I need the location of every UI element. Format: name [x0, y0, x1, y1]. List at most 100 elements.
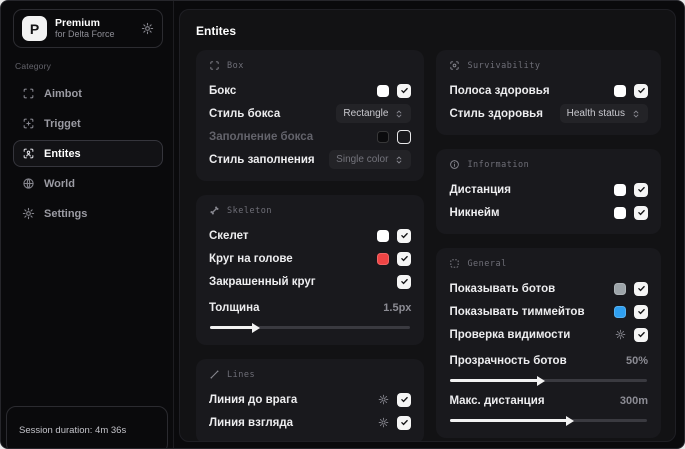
- checkbox-checked[interactable]: [397, 83, 412, 98]
- box-fill-row: Заполнение бокса: [209, 126, 412, 147]
- chevron-updown-icon: [394, 155, 404, 165]
- lines-panel: Lines Линия до врага Линия взгляда: [196, 359, 425, 441]
- survivability-panel: Survivability Полоса здоровья Стиль здор…: [436, 50, 661, 135]
- skeleton-toggle-row: Скелет: [209, 225, 412, 246]
- checkbox-checked[interactable]: [397, 228, 412, 243]
- panel-columns: Box Бокс Стиль бокса Rectangle Заполнени…: [196, 50, 661, 441]
- visibility-settings-gear-icon[interactable]: [615, 329, 626, 340]
- checkbox-checked[interactable]: [397, 415, 412, 430]
- sidebar-item-label: Aimbot: [44, 87, 82, 100]
- row-label: Показывать ботов: [449, 282, 556, 295]
- slider-thumb[interactable]: [252, 322, 261, 333]
- chevron-updown-icon: [631, 109, 641, 119]
- scan-circle-icon: [449, 60, 460, 71]
- color-swatch[interactable]: [614, 305, 626, 318]
- line-settings-gear-icon[interactable]: [378, 417, 389, 428]
- box-style-dropdown[interactable]: Rectangle: [336, 104, 412, 123]
- sidebar-item-trigget[interactable]: Trigget: [13, 110, 163, 137]
- globe-icon: [22, 177, 35, 190]
- aimbot-scan-icon: [22, 87, 35, 100]
- sidebar-item-entites[interactable]: Entites: [13, 140, 163, 167]
- checkbox-checked[interactable]: [397, 392, 412, 407]
- brand-block: Premium for Delta Force: [55, 17, 133, 39]
- box-panel: Box Бокс Стиль бокса Rectangle Заполнени…: [196, 50, 425, 181]
- page-title: Entites: [196, 24, 237, 38]
- sidebar-item-aimbot[interactable]: Aimbot: [13, 80, 163, 107]
- left-column: Box Бокс Стиль бокса Rectangle Заполнени…: [196, 50, 425, 441]
- health-style-dropdown[interactable]: Health status: [559, 104, 648, 123]
- color-swatch[interactable]: [377, 229, 390, 242]
- row-label: Бокс: [209, 84, 237, 97]
- checkbox-checked[interactable]: [634, 304, 648, 319]
- fill-style-dropdown[interactable]: Single color: [329, 150, 412, 169]
- box-scan-icon: [209, 60, 220, 71]
- information-panel-header: Information: [449, 159, 648, 170]
- color-swatch[interactable]: [614, 183, 626, 196]
- row-label: Скелет: [209, 229, 249, 242]
- checkbox-checked[interactable]: [397, 251, 412, 266]
- thickness-row: Толщина 1.5px: [209, 297, 411, 318]
- session-duration-text: Session duration: 4m 36s: [19, 424, 127, 436]
- color-swatch[interactable]: [614, 282, 626, 295]
- sidebar-nav: Aimbot Trigget Entites World Settings: [13, 80, 163, 227]
- show-bots-row: Показывать ботов: [449, 278, 648, 299]
- box-panel-header: Box: [209, 60, 411, 71]
- skeleton-panel: Skeleton Скелет Круг на голове Закрашенн…: [196, 195, 425, 345]
- chevron-updown-icon: [394, 109, 404, 119]
- skeleton-panel-header: Skeleton: [209, 205, 411, 216]
- info-icon: [449, 159, 460, 170]
- color-swatch[interactable]: [614, 84, 626, 97]
- box-panel-title: Box: [227, 60, 244, 71]
- survivability-panel-header: Survivability: [449, 60, 648, 71]
- health-style-row: Стиль здоровья Health status: [449, 103, 648, 124]
- right-column: Survivability Полоса здоровья Стиль здор…: [436, 50, 661, 438]
- max-distance-slider[interactable]: [450, 415, 647, 426]
- thickness-slider[interactable]: [210, 322, 411, 333]
- checkbox-checked[interactable]: [634, 83, 648, 98]
- color-swatch[interactable]: [377, 84, 390, 97]
- line-icon: [209, 369, 220, 380]
- color-swatch[interactable]: [614, 206, 626, 219]
- line-settings-gear-icon[interactable]: [378, 394, 389, 405]
- row-label: Линия взгляда: [209, 416, 294, 429]
- sidebar-item-label: World: [44, 177, 75, 190]
- main-content: Entites Box Бокс Стиль бокса Rectangle З…: [179, 9, 676, 442]
- row-label: Прозрачность ботов: [449, 354, 567, 367]
- checkbox-checked[interactable]: [634, 182, 648, 197]
- row-label: Стиль бокса: [209, 107, 281, 120]
- brand-title: Premium: [55, 17, 100, 30]
- category-label: Category: [15, 61, 52, 71]
- lines-panel-title: Lines: [227, 369, 256, 380]
- row-label: Круг на голове: [209, 252, 293, 265]
- checkbox-checked[interactable]: [634, 327, 648, 342]
- checkbox-unchecked[interactable]: [397, 129, 412, 144]
- row-label: Дистанция: [449, 183, 511, 196]
- box-toggle-row: Бокс: [209, 80, 412, 101]
- checkbox-checked[interactable]: [634, 281, 648, 296]
- lines-panel-header: Lines: [209, 369, 411, 380]
- slider-thumb[interactable]: [566, 415, 575, 426]
- color-swatch[interactable]: [377, 130, 390, 143]
- checkbox-checked[interactable]: [634, 205, 648, 220]
- color-swatch[interactable]: [377, 252, 390, 265]
- visibility-check-row: Проверка видимости: [449, 324, 648, 345]
- row-label: Линия до врага: [209, 393, 298, 406]
- row-label: Макс. дистанция: [449, 394, 545, 407]
- show-teammates-row: Показывать тиммейтов: [449, 301, 648, 322]
- sidebar-item-settings[interactable]: Settings: [13, 200, 163, 227]
- dashed-grid-icon: [449, 258, 460, 269]
- slider-thumb[interactable]: [536, 375, 545, 386]
- sidebar-item-world[interactable]: World: [13, 170, 163, 197]
- slider-fill: [450, 379, 539, 382]
- entities-person-scan-icon: [22, 147, 35, 160]
- gear-icon[interactable]: [141, 22, 154, 35]
- slider-fill: [450, 419, 569, 422]
- row-label: Никнейм: [449, 206, 500, 219]
- general-panel: General Показывать ботов Показывать тимм…: [436, 248, 661, 438]
- session-duration-box: Session duration: 4m 36s: [6, 406, 168, 448]
- brand-subtitle: for Delta Force: [55, 29, 115, 40]
- filled-circle-row: Закрашенный круг: [209, 271, 412, 292]
- bot-opacity-slider[interactable]: [450, 375, 647, 386]
- head-circle-row: Круг на голове: [209, 248, 412, 269]
- checkbox-checked[interactable]: [397, 274, 412, 289]
